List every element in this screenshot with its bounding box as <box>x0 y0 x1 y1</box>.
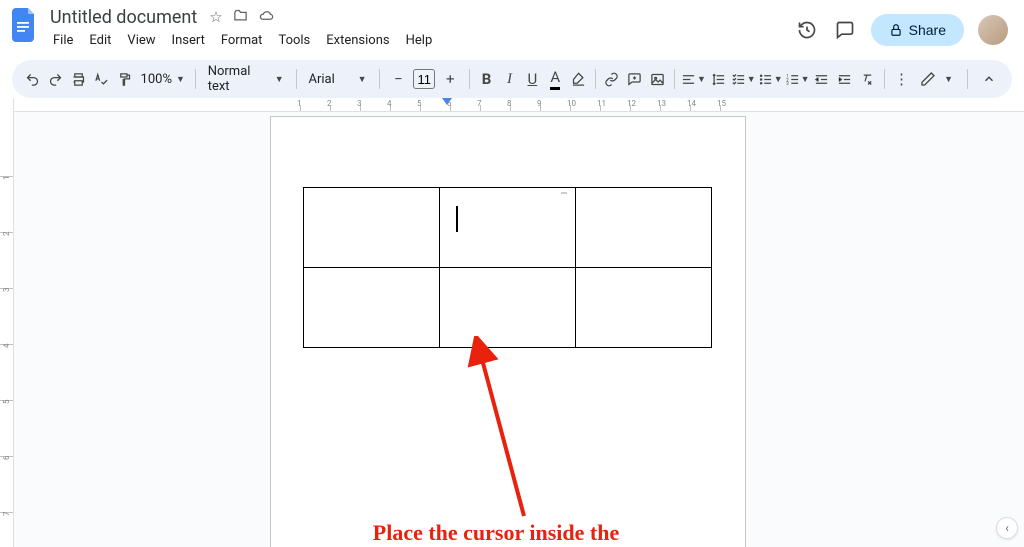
docs-logo[interactable] <box>12 8 38 42</box>
menu-view[interactable]: View <box>120 30 162 51</box>
highlight-button[interactable] <box>568 66 589 92</box>
add-comment-button[interactable] <box>624 66 645 92</box>
share-button[interactable]: Share <box>871 14 964 46</box>
italic-button[interactable]: I <box>499 66 520 92</box>
spellcheck-button[interactable] <box>91 66 112 92</box>
paragraph-style-dropdown[interactable]: Normal text▼ <box>202 64 290 94</box>
table-cell[interactable] <box>304 188 440 268</box>
clear-formatting-button[interactable] <box>857 66 878 92</box>
decrease-font-button[interactable]: − <box>385 66 411 92</box>
table-cell[interactable] <box>576 188 712 268</box>
underline-button[interactable]: U <box>522 66 543 92</box>
explore-button[interactable]: ‹ <box>996 517 1018 539</box>
cell-marker-icon <box>561 192 567 194</box>
share-label: Share <box>909 22 946 38</box>
bullet-list-button[interactable]: ▼ <box>758 66 783 92</box>
svg-text:3: 3 <box>786 82 789 87</box>
table-cell-active[interactable] <box>440 188 576 268</box>
menu-format[interactable]: Format <box>214 30 270 51</box>
table-row <box>304 268 712 348</box>
menu-edit[interactable]: Edit <box>82 30 118 51</box>
annotation-text: Place the cursor inside the cell you wan… <box>316 518 676 547</box>
vertical-ruler[interactable]: 1234567 <box>0 98 14 547</box>
document-table[interactable] <box>303 187 712 348</box>
text-cursor <box>456 206 458 232</box>
line-spacing-button[interactable] <box>708 66 729 92</box>
editing-mode-dropdown[interactable]: ▼ <box>914 71 959 87</box>
paint-format-button[interactable] <box>114 66 135 92</box>
menu-file[interactable]: File <box>46 30 80 51</box>
workspace: 1234567 123456789101112131415 <box>0 98 1024 547</box>
font-size-input[interactable] <box>413 69 435 89</box>
redo-button[interactable] <box>45 66 66 92</box>
document-area: 123456789101112131415 <box>14 98 1024 547</box>
table-cell[interactable] <box>304 268 440 348</box>
document-title[interactable]: Untitled document <box>46 6 201 29</box>
toolbar: 100%▼ Normal text▼ Arial▼ − + B I U A ▼ … <box>12 60 1012 98</box>
insert-image-button[interactable] <box>647 66 668 92</box>
menu-extensions[interactable]: Extensions <box>319 30 396 51</box>
undo-button[interactable] <box>22 66 43 92</box>
print-button[interactable] <box>68 66 89 92</box>
font-dropdown[interactable]: Arial▼ <box>303 72 373 87</box>
table-cell[interactable] <box>576 268 712 348</box>
document-page[interactable] <box>270 116 746 547</box>
collapse-toolbar-button[interactable] <box>976 66 1002 92</box>
numbered-list-button[interactable]: 123▼ <box>785 66 810 92</box>
app-header: Untitled document ☆ File Edit View Inser… <box>0 0 1024 58</box>
increase-indent-button[interactable] <box>834 66 855 92</box>
insert-link-button[interactable] <box>601 66 622 92</box>
table-cell[interactable] <box>440 268 576 348</box>
zoom-dropdown[interactable]: 100%▼ <box>137 72 189 87</box>
align-button[interactable]: ▼ <box>681 66 706 92</box>
table-row <box>304 188 712 268</box>
increase-font-button[interactable]: + <box>437 66 463 92</box>
title-area: Untitled document ☆ File Edit View Inser… <box>46 6 795 51</box>
horizontal-ruler[interactable]: 123456789101112131415 <box>14 98 1024 112</box>
star-icon[interactable]: ☆ <box>209 8 222 27</box>
account-avatar[interactable] <box>978 15 1008 45</box>
more-button[interactable]: ⋮ <box>891 66 912 92</box>
menu-insert[interactable]: Insert <box>165 30 212 51</box>
cloud-status-icon[interactable] <box>258 8 274 27</box>
move-icon[interactable] <box>233 8 248 27</box>
checklist-button[interactable]: ▼ <box>731 66 756 92</box>
bold-button[interactable]: B <box>476 66 497 92</box>
text-color-button[interactable]: A <box>545 66 566 92</box>
menu-help[interactable]: Help <box>399 30 440 51</box>
history-icon[interactable] <box>795 18 819 42</box>
menu-tools[interactable]: Tools <box>271 30 317 51</box>
menu-bar: File Edit View Insert Format Tools Exten… <box>46 30 795 51</box>
comment-icon[interactable] <box>833 18 857 42</box>
decrease-indent-button[interactable] <box>812 66 833 92</box>
